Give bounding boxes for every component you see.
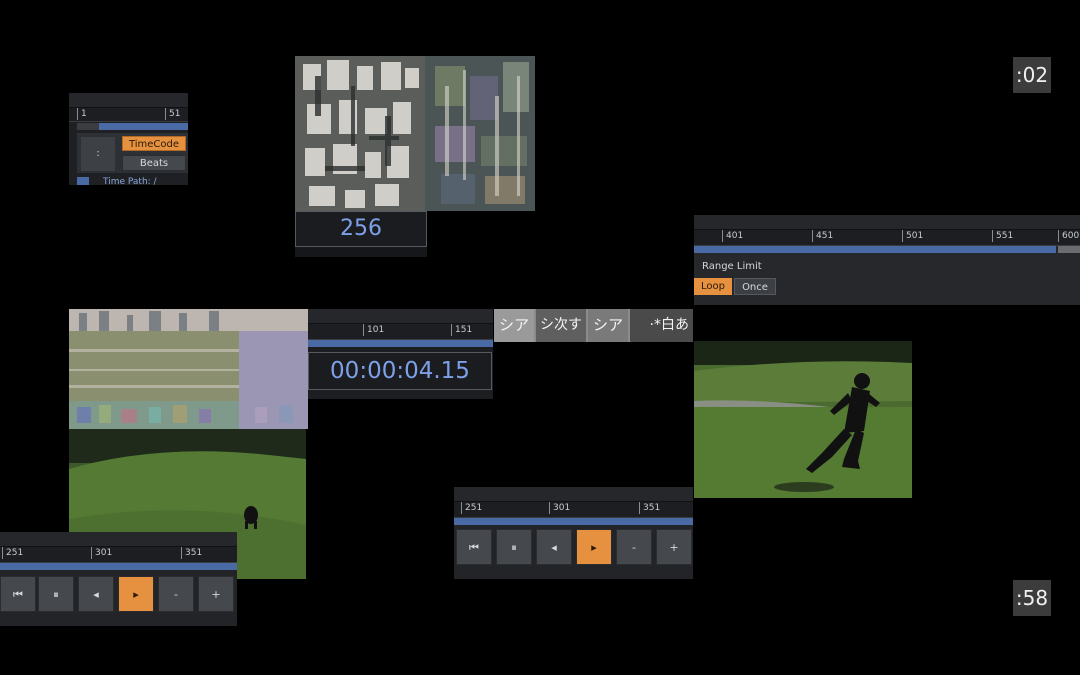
ruler-tick: 501: [902, 230, 923, 242]
ruler-tick: 401: [722, 230, 743, 242]
timecode-panel: 101 151 00:00:04.15: [308, 309, 493, 399]
bottom-center-ruler: 251 301 351: [454, 487, 693, 518]
ruler-tick: 551: [992, 230, 1013, 242]
step-back-button[interactable]: -: [158, 576, 194, 612]
ruler-tick: 351: [639, 502, 660, 514]
range-bar-end[interactable]: [1058, 246, 1080, 253]
glitch-texture: [69, 309, 308, 429]
step-back-button[interactable]: -: [616, 529, 652, 565]
ruler-tick: 451: [812, 230, 833, 242]
bottom-left-ruler: 251 301 351: [0, 532, 237, 563]
ruler-tick: 51: [165, 108, 180, 120]
pause-button[interactable]: ⏸: [496, 529, 532, 565]
center-range-bar[interactable]: [308, 340, 493, 347]
strip-glyph: シア: [494, 309, 534, 342]
ruler-tick: 301: [91, 547, 112, 559]
center-ruler: 101 151: [308, 309, 493, 340]
range-limit-label: Range Limit: [702, 261, 762, 272]
ruler-tick: 151: [451, 324, 472, 336]
time-path-label: Time Path: /: [103, 177, 157, 185]
pause-button[interactable]: ⏸: [38, 576, 74, 612]
strip-glyph: シ次す: [536, 309, 586, 342]
top-left-timecode-panel: 1 51 : TimeCode Beats Time Path: /: [69, 93, 188, 185]
timecode-display[interactable]: 00:00:04.15: [308, 352, 492, 390]
bottom-left-range-bar[interactable]: [0, 563, 237, 570]
runner-field-video: [694, 341, 912, 498]
play-forward-button[interactable]: ▸: [576, 529, 612, 565]
value-display-field[interactable]: 256: [295, 211, 427, 247]
range-limit-panel: 401 451 501 551 600 Range Limit Loop Onc…: [694, 215, 1080, 305]
top-right-ruler: 401 451 501 551 600: [694, 215, 1080, 246]
bottom-frame-counter: :58: [1013, 580, 1051, 616]
top-left-ruler: 1 51: [69, 93, 188, 122]
ruler-tick: 600: [1058, 230, 1079, 242]
ruler-tick: 351: [181, 547, 202, 559]
beats-mode-button[interactable]: Beats: [122, 155, 186, 171]
skip-to-start-button[interactable]: ⏮: [456, 529, 492, 565]
loop-button[interactable]: Loop: [694, 278, 732, 295]
play-forward-button[interactable]: ▸: [118, 576, 154, 612]
strip-glyph: シア: [588, 309, 628, 342]
timecode-mode-button[interactable]: TimeCode: [122, 136, 186, 151]
ruler-tick: 251: [461, 502, 482, 514]
ruler-tick: 251: [2, 547, 23, 559]
play-reverse-button[interactable]: ◂: [536, 529, 572, 565]
ruler-tick: 101: [363, 324, 384, 336]
bottom-left-transport: 251 301 351 ⏮ ⏸ ◂ ▸ - +: [0, 532, 237, 626]
value-field-shadow: [295, 247, 427, 257]
glitch-texture: [295, 56, 535, 211]
strip-glyph: ·*白あ: [630, 309, 693, 342]
play-reverse-button[interactable]: ◂: [78, 576, 114, 612]
runner-scene: [694, 341, 912, 498]
top-left-range-bar[interactable]: [99, 123, 188, 130]
small-option-button[interactable]: :: [81, 137, 115, 171]
range-bar[interactable]: [694, 246, 1056, 253]
step-forward-button[interactable]: +: [198, 576, 234, 612]
step-forward-button[interactable]: +: [656, 529, 692, 565]
glitched-field-video: [69, 309, 308, 429]
glyph-strip-video: シア シ次す シア ·*白あ: [494, 309, 693, 342]
top-frame-counter: :02: [1013, 57, 1051, 93]
skip-to-start-button[interactable]: ⏮: [0, 576, 36, 612]
once-button[interactable]: Once: [734, 278, 776, 295]
glitched-text-video: [295, 56, 535, 211]
ruler-tick: 301: [549, 502, 570, 514]
ruler-tick: 1: [77, 108, 87, 120]
bottom-center-transport: 251 301 351 ⏮ ⏸ ◂ ▸ - +: [454, 487, 693, 579]
bottom-center-range-bar[interactable]: [454, 518, 693, 525]
